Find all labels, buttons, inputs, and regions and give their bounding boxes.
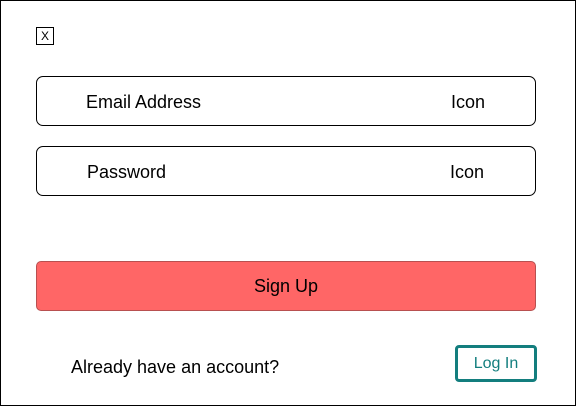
password-field[interactable]: Password Icon [36, 146, 536, 196]
signup-dialog: X Email Address Icon Password Icon Sign … [0, 0, 576, 406]
log-in-button[interactable]: Log In [455, 345, 537, 382]
email-field-label: Email Address [86, 92, 202, 112]
password-field-label: Password [87, 162, 167, 182]
password-field-icon: Icon [450, 162, 485, 182]
close-button[interactable]: X [36, 27, 54, 45]
email-field-icon: Icon [451, 92, 486, 112]
account-prompt-text: Already have an account? [71, 357, 280, 377]
email-field[interactable]: Email Address Icon [36, 76, 536, 126]
sign-up-button[interactable]: Sign Up [36, 261, 536, 311]
